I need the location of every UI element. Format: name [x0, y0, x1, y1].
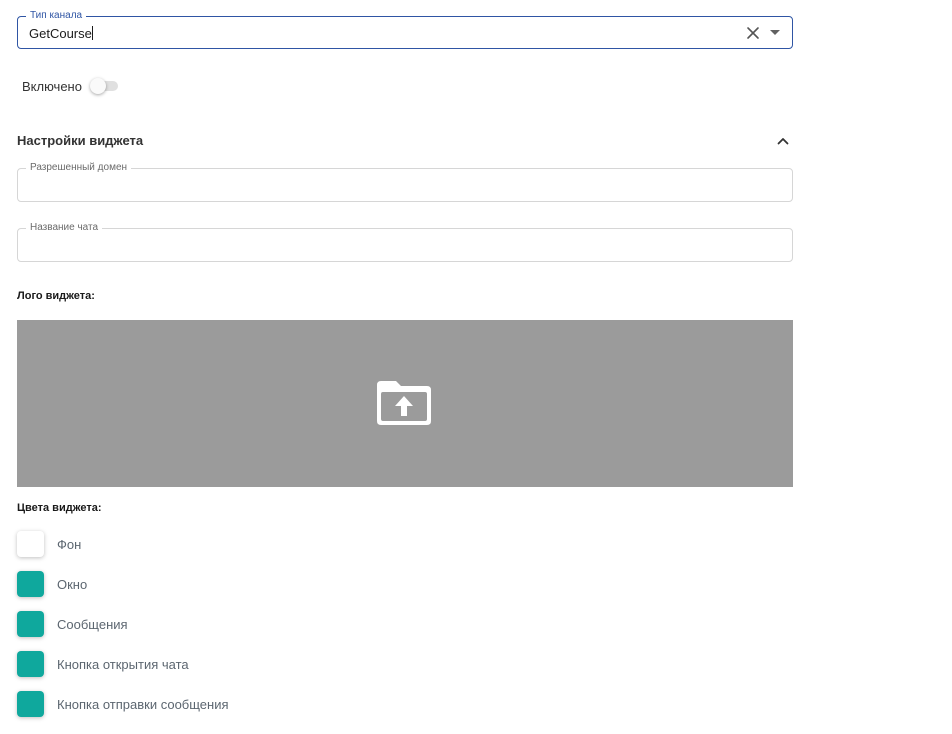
widget-settings-title[interactable]: Настройки виджета	[17, 133, 143, 148]
color-label-window: Окно	[57, 576, 88, 592]
toggle-thumb[interactable]	[89, 78, 106, 94]
channel-type-value[interactable]: GetCourse	[29, 26, 93, 41]
chat-name-field[interactable]: Название чата	[17, 222, 793, 262]
dropdown-arrow-icon[interactable]	[770, 30, 780, 35]
channel-type-legend: Тип канала	[26, 10, 87, 22]
channel-type-select[interactable]: Тип канала GetCourse	[17, 10, 793, 49]
color-label-send-button: Кнопка отправки сообщения	[57, 696, 229, 712]
color-swatch-messages[interactable]	[17, 611, 44, 637]
chevron-up-icon[interactable]	[776, 134, 790, 148]
enabled-toggle[interactable]	[89, 78, 120, 94]
color-row-background: Фон	[17, 531, 81, 557]
color-row-window: Окно	[17, 571, 87, 597]
allowed-domain-field[interactable]: Разрешенный домен	[17, 162, 793, 202]
widget-logo-label: Лого виджета:	[17, 290, 95, 302]
chat-name-legend: Название чата	[26, 222, 103, 234]
color-swatch-open-chat-button[interactable]	[17, 651, 44, 677]
color-row-open-chat-button: Кнопка открытия чата	[17, 651, 189, 677]
text-caret	[91, 26, 93, 40]
color-row-messages: Сообщения	[17, 611, 128, 637]
color-label-background: Фон	[57, 536, 82, 552]
widget-colors-label: Цвета виджета:	[17, 502, 102, 514]
color-label-open-chat-button: Кнопка открытия чата	[57, 656, 189, 672]
color-swatch-send-button[interactable]	[17, 691, 44, 717]
color-swatch-background[interactable]	[17, 531, 44, 557]
allowed-domain-legend: Разрешенный домен	[26, 162, 132, 174]
folder-upload-icon[interactable]	[375, 378, 433, 428]
color-swatch-window[interactable]	[17, 571, 44, 597]
clear-icon[interactable]	[746, 26, 760, 40]
color-row-send-button: Кнопка отправки сообщения	[17, 691, 229, 717]
channel-settings-page: Тип канала GetCourse Включено Настройки …	[0, 0, 952, 734]
enabled-row: Включено	[22, 78, 120, 94]
color-label-messages: Сообщения	[57, 616, 128, 632]
enabled-label: Включено	[22, 78, 82, 94]
